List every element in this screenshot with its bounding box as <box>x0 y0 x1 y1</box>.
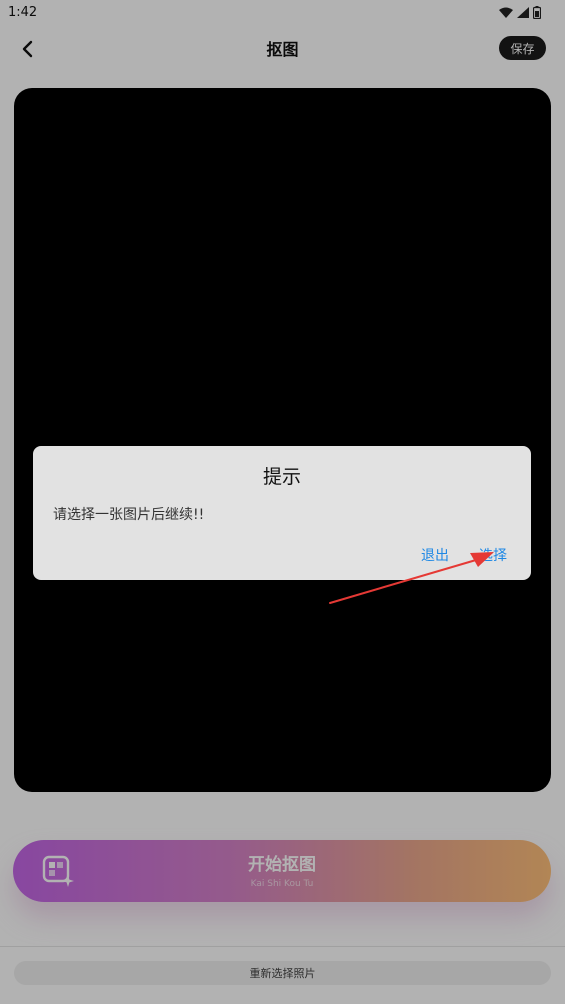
dialog-title: 提示 <box>262 466 301 488</box>
select-button[interactable]: 选择 <box>479 545 507 565</box>
exit-button[interactable]: 退出 <box>421 545 449 565</box>
dialog-message: 请选择一张图片后继续!! <box>53 507 205 523</box>
prompt-dialog: 提示 请选择一张图片后继续!! 退出 选择 <box>33 446 531 580</box>
screen: 1:42 抠图 保存 开始抠图 Kai Shi Kou Tu 重新选择照片 提示… <box>0 0 565 1004</box>
